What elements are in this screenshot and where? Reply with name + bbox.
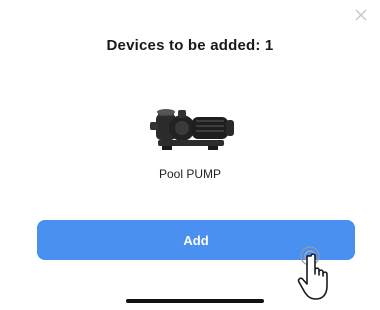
add-devices-dialog: Devices to be added: 1 Pool PUMP Add — [0, 0, 380, 310]
add-button[interactable]: Add — [37, 220, 355, 260]
close-button[interactable] — [350, 4, 372, 26]
add-button-label: Add — [183, 232, 209, 248]
close-icon — [355, 9, 367, 21]
device-name-label: Pool PUMP — [158, 167, 222, 181]
dialog-title: Devices to be added: 1 — [106, 37, 274, 54]
home-indicator — [126, 299, 264, 303]
pool-pump-image — [150, 109, 234, 150]
